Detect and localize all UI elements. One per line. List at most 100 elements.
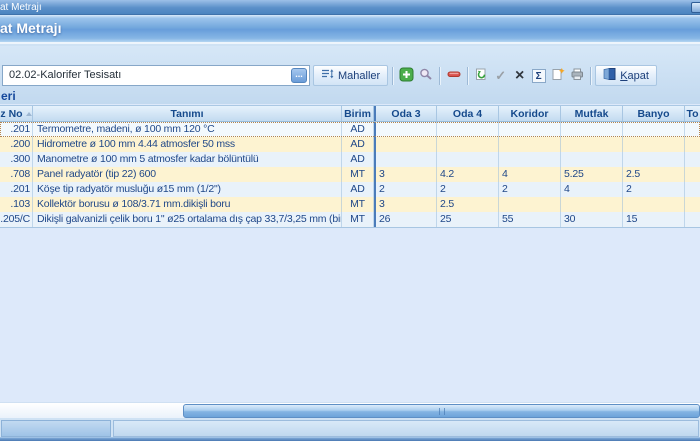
cell-oda4[interactable]: 2 <box>437 182 499 197</box>
cell-koridor[interactable]: 55 <box>499 212 561 227</box>
tesisat-select-value: 02.02-Kalorifer Tesisatı <box>9 66 121 85</box>
column-header-label: Birim <box>344 108 371 120</box>
column-header-koridor[interactable]: Koridor <box>499 106 561 121</box>
print-button[interactable] <box>567 65 586 86</box>
search-button[interactable] <box>416 65 435 86</box>
table-body: .201 Termometre, madeni, ø 100 mm 120 °C… <box>0 122 700 228</box>
cell-oda4[interactable]: 2.5 <box>437 197 499 212</box>
column-header-oda4[interactable]: Oda 4 <box>437 106 499 121</box>
cell-mutfak[interactable] <box>561 152 623 167</box>
cell-toplam[interactable] <box>685 122 700 137</box>
toolbar-separator <box>392 67 393 85</box>
cell-birim: MT <box>342 167 374 182</box>
horizontal-scrollbar[interactable] <box>0 402 700 418</box>
status-panel-left <box>1 420 111 437</box>
cell-banyo[interactable] <box>623 122 685 137</box>
cell-oda3[interactable] <box>376 152 437 167</box>
cell-tanimi: Köşe tip radyatör musluğu ø15 mm (1/2") <box>33 182 342 197</box>
cell-toplam[interactable] <box>685 197 700 212</box>
cancel-button[interactable] <box>510 65 529 86</box>
sum-icon: Σ <box>532 69 546 83</box>
kapat-button[interactable]: Kapat <box>595 65 657 86</box>
cell-oda3[interactable]: 3 <box>376 197 437 212</box>
cell-tanimi: Kollektör borusu ø 108/3.71 mm.dikişli b… <box>33 197 342 212</box>
cell-mutfak[interactable]: 30 <box>561 212 623 227</box>
column-header-label: Tanımı <box>170 108 203 120</box>
toolbar-separator <box>467 67 468 85</box>
column-header-tanimi[interactable]: Tanımı <box>33 106 342 121</box>
cell-koridor[interactable] <box>499 122 561 137</box>
column-header-label: Mutfak <box>575 108 609 120</box>
cell-banyo[interactable]: 2.5 <box>623 167 685 182</box>
cell-birim: AD <box>342 182 374 197</box>
cell-mutfak[interactable]: 4 <box>561 182 623 197</box>
ellipsis-button[interactable]: ... <box>291 68 307 83</box>
column-header-label: z No <box>0 108 22 120</box>
table-row[interactable]: .205/C Dikişli galvanizli çelik boru 1" … <box>0 212 700 227</box>
table-row[interactable]: .201 Termometre, madeni, ø 100 mm 120 °C… <box>0 122 700 137</box>
cell-toplam[interactable] <box>685 152 700 167</box>
cell-toplam[interactable] <box>685 137 700 152</box>
tesisat-select[interactable]: 02.02-Kalorifer Tesisatı ... <box>2 65 310 86</box>
cell-oda3[interactable]: 2 <box>376 182 437 197</box>
cell-banyo[interactable] <box>623 137 685 152</box>
cell-oda3[interactable] <box>376 137 437 152</box>
cell-poz-no: .205/C <box>0 212 33 227</box>
cell-oda4[interactable] <box>437 152 499 167</box>
cell-koridor[interactable] <box>499 197 561 212</box>
table-row[interactable]: .200 Hidrometre ø 100 mm 4.44 atmosfer 5… <box>0 137 700 152</box>
window-control-button[interactable] <box>691 2 700 13</box>
cell-koridor[interactable]: 2 <box>499 182 561 197</box>
delete-button[interactable] <box>444 65 463 86</box>
window-bottom-edge <box>0 437 700 441</box>
sum-button[interactable]: Σ <box>529 65 548 86</box>
add-button[interactable] <box>397 65 416 86</box>
cell-oda4[interactable]: 4.2 <box>437 167 499 182</box>
column-header-mutfak[interactable]: Mutfak <box>561 106 623 121</box>
table-row[interactable]: .708 Panel radyatör (tip 22) 600 MT 3 4.… <box>0 167 700 182</box>
cell-banyo[interactable]: 15 <box>623 212 685 227</box>
scrollbar-grip-icon <box>439 408 445 415</box>
cell-mutfak[interactable]: 5.25 <box>561 167 623 182</box>
cell-oda4[interactable] <box>437 122 499 137</box>
column-header-poz-no[interactable]: z No <box>0 106 33 121</box>
page-title: at Metrajı <box>0 15 61 42</box>
cell-tanimi: Termometre, madeni, ø 100 mm 120 °C <box>33 122 342 137</box>
table-zone: z No Tanımı Birim Oda 3 Oda 4 Koridor Mu… <box>0 104 700 402</box>
refresh-button[interactable] <box>472 65 491 86</box>
cell-mutfak[interactable] <box>561 197 623 212</box>
refresh-icon <box>475 68 488 84</box>
cell-koridor[interactable]: 4 <box>499 167 561 182</box>
cell-tanimi: Hidrometre ø 100 mm 4.44 atmosfer 50 mss <box>33 137 342 152</box>
confirm-button[interactable] <box>491 65 510 86</box>
mahaller-button[interactable]: Mahaller <box>313 65 388 86</box>
table-row[interactable]: .300 Manometre ø 100 mm 5 atmosfer kadar… <box>0 152 700 167</box>
column-header-birim[interactable]: Birim <box>342 106 374 121</box>
cell-mutfak[interactable] <box>561 122 623 137</box>
column-header-oda3[interactable]: Oda 3 <box>376 106 437 121</box>
column-header-toplam[interactable]: To <box>685 106 700 121</box>
table-row[interactable]: .201 Köşe tip radyatör musluğu ø15 mm (1… <box>0 182 700 197</box>
cell-banyo[interactable] <box>623 152 685 167</box>
cell-oda4[interactable]: 25 <box>437 212 499 227</box>
scrollbar-thumb[interactable] <box>183 404 700 418</box>
column-header-banyo[interactable]: Banyo <box>623 106 685 121</box>
cell-oda4[interactable] <box>437 137 499 152</box>
cell-banyo[interactable]: 2 <box>623 182 685 197</box>
cell-oda3[interactable]: 3 <box>376 167 437 182</box>
cell-toplam[interactable] <box>685 167 700 182</box>
cell-koridor[interactable] <box>499 137 561 152</box>
mahaller-list-icon <box>321 68 334 83</box>
cell-banyo[interactable] <box>623 197 685 212</box>
cell-mutfak[interactable] <box>561 137 623 152</box>
cell-koridor[interactable] <box>499 152 561 167</box>
cell-oda3[interactable] <box>376 122 437 137</box>
add-icon <box>399 67 414 85</box>
cell-oda3[interactable]: 26 <box>376 212 437 227</box>
column-header-label: Oda 4 <box>453 108 482 120</box>
copy-button[interactable] <box>548 65 567 86</box>
table-row[interactable]: .103 Kollektör borusu ø 108/3.71 mm.diki… <box>0 197 700 212</box>
cell-toplam[interactable] <box>685 182 700 197</box>
kapat-label: Kapat <box>620 70 649 82</box>
cell-toplam[interactable] <box>685 212 700 227</box>
